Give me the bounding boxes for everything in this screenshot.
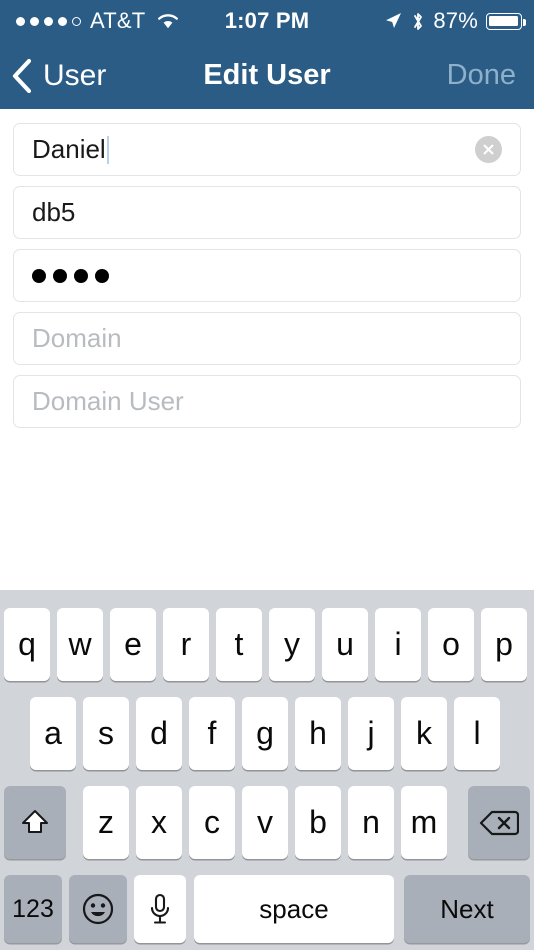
domain-user-field-placeholder: Domain User	[32, 386, 184, 416]
key-f[interactable]: f	[189, 697, 235, 770]
key-j[interactable]: j	[348, 697, 394, 770]
battery-fill	[488, 16, 519, 26]
backspace-key[interactable]	[468, 786, 530, 859]
key-d[interactable]: d	[136, 697, 182, 770]
smiley-face-icon	[81, 892, 115, 926]
key-u[interactable]: u	[322, 608, 368, 681]
key-i[interactable]: i	[375, 608, 421, 681]
onscreen-keyboard: q w e r t y u i o p a s d f g h j k l z …	[0, 590, 534, 950]
key-l[interactable]: l	[454, 697, 500, 770]
bluetooth-icon	[411, 11, 425, 32]
key-v[interactable]: v	[242, 786, 288, 859]
key-s[interactable]: s	[83, 697, 129, 770]
key-w[interactable]: w	[57, 608, 103, 681]
status-bar-right: 87%	[383, 8, 526, 34]
form-content-area: Daniel db5 Domain Domain User	[0, 109, 534, 590]
status-bar: AT&T 1:07 PM 87%	[0, 0, 534, 42]
clear-circle-icon[interactable]	[475, 136, 502, 163]
key-m[interactable]: m	[401, 786, 447, 859]
battery-percent-label: 87%	[433, 8, 478, 33]
key-h[interactable]: h	[295, 697, 341, 770]
shift-key[interactable]	[4, 786, 66, 859]
key-n[interactable]: n	[348, 786, 394, 859]
hostname-field[interactable]: db5	[13, 186, 521, 239]
domain-field[interactable]: Domain	[13, 312, 521, 365]
done-button[interactable]: Done	[447, 42, 516, 109]
domain-user-field[interactable]: Domain User	[13, 375, 521, 428]
dictation-key[interactable]	[134, 875, 186, 943]
key-g[interactable]: g	[242, 697, 288, 770]
key-y[interactable]: y	[269, 608, 315, 681]
key-t[interactable]: t	[216, 608, 262, 681]
username-field-value: Daniel	[32, 134, 106, 164]
shift-up-arrow-icon	[18, 806, 52, 840]
key-k[interactable]: k	[401, 697, 447, 770]
key-e[interactable]: e	[110, 608, 156, 681]
space-key[interactable]: space	[194, 875, 394, 943]
key-b[interactable]: b	[295, 786, 341, 859]
numbers-key[interactable]: 123	[4, 875, 62, 943]
backspace-delete-icon	[479, 808, 519, 838]
battery-icon	[486, 12, 526, 30]
phone-screen: AT&T 1:07 PM 87% User Edit User Done Dan…	[0, 0, 534, 950]
emoji-key[interactable]	[69, 875, 127, 943]
password-dot	[53, 268, 67, 283]
location-arrow-icon	[383, 11, 403, 31]
password-masked-value	[32, 268, 109, 283]
return-next-key[interactable]: Next	[404, 875, 530, 943]
key-r[interactable]: r	[163, 608, 209, 681]
password-dot	[95, 268, 109, 283]
hostname-field-value: db5	[32, 197, 76, 227]
password-field[interactable]	[13, 249, 521, 302]
username-field-value-wrap: Daniel	[32, 134, 109, 165]
key-o[interactable]: o	[428, 608, 474, 681]
microphone-icon	[147, 892, 173, 926]
username-field[interactable]: Daniel	[13, 123, 521, 176]
text-cursor	[106, 135, 109, 164]
navigation-bar: User Edit User Done	[0, 42, 534, 109]
password-dot	[32, 268, 46, 283]
key-c[interactable]: c	[189, 786, 235, 859]
key-x[interactable]: x	[136, 786, 182, 859]
key-q[interactable]: q	[4, 608, 50, 681]
key-z[interactable]: z	[83, 786, 129, 859]
domain-field-placeholder: Domain	[32, 323, 122, 353]
key-a[interactable]: a	[30, 697, 76, 770]
password-dot	[74, 268, 88, 283]
key-p[interactable]: p	[481, 608, 527, 681]
